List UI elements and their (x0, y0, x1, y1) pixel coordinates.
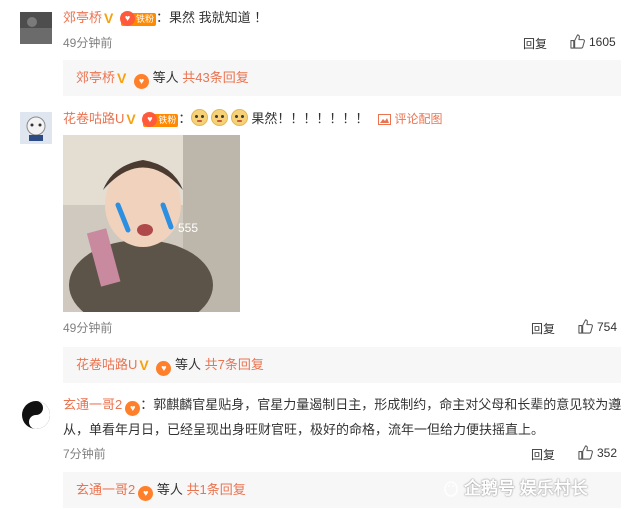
avatar[interactable] (20, 399, 52, 431)
sub-reply-user[interactable]: 郊亭桥 (76, 70, 115, 85)
thumbs-up-icon (578, 319, 593, 334)
sub-replies-bar[interactable]: 花卷咕路U V ♥ 等人 共7条回复 (63, 347, 621, 383)
fan-crown-icon: ♥ (138, 486, 154, 501)
fan-badge: ♥ 铁粉 (120, 11, 157, 26)
emoji-icon (191, 109, 209, 126)
sub-reply-count[interactable]: 共1条回复 (187, 482, 246, 497)
avatar[interactable] (20, 12, 52, 44)
sub-reply-text: 等人 (175, 357, 202, 372)
reply-button[interactable]: 回复 (523, 35, 547, 52)
comment-photo[interactable]: 555 (63, 135, 240, 312)
sub-reply-text: 等人 (156, 482, 183, 497)
penguin-icon (444, 481, 458, 497)
emoji-icon (211, 109, 229, 126)
sub-reply-count[interactable]: 共7条回复 (205, 357, 264, 372)
like-button[interactable]: 754 (578, 319, 617, 334)
like-count: 1605 (589, 35, 616, 49)
username[interactable]: 花卷咕路U (63, 111, 124, 126)
username[interactable]: 郊亭桥 (63, 10, 102, 25)
fan-crown-icon: ♥ (156, 361, 172, 376)
v-badge-icon: V (104, 10, 114, 26)
emoji-icon (231, 109, 249, 126)
reply-button[interactable]: 回复 (531, 320, 555, 337)
sub-reply-user[interactable]: 花卷咕路U (76, 357, 137, 372)
sub-replies-bar[interactable]: 郊亭桥 V ♥ 等人 共43条回复 (63, 60, 621, 96)
watermark: 企鹅号 娱乐村长 (442, 474, 588, 499)
fan-crown-icon: ♥ (125, 401, 141, 416)
fan-badge: ♥ 铁粉 (142, 112, 179, 127)
comment-text: ：果然 我就知道 ！ (156, 10, 268, 25)
timestamp: 49分钟前 (63, 321, 113, 335)
v-badge-icon: V (117, 70, 127, 86)
timestamp: 49分钟前 (63, 36, 113, 50)
comment-text-line2: 从，单看年月日，已经呈现出身旺财官旺，极好的命格，流年一但给力便扶摇直上。 (63, 422, 545, 437)
sub-reply-count[interactable]: 共43条回复 (182, 70, 248, 85)
like-button[interactable]: 1605 (570, 34, 616, 49)
image-icon (378, 114, 392, 125)
sub-reply-text: 等人 (152, 70, 179, 85)
username[interactable]: 玄通一哥2 (63, 397, 122, 412)
heart-icon: ♥ (120, 11, 136, 26)
like-button[interactable]: 352 (578, 445, 617, 460)
thumbs-up-icon (570, 34, 585, 49)
reply-button[interactable]: 回复 (531, 446, 555, 463)
avatar[interactable] (20, 112, 52, 144)
like-count: 352 (597, 446, 618, 460)
thumbs-up-icon (578, 445, 593, 460)
heart-icon: ♥ (142, 112, 158, 127)
v-badge-icon: V (139, 357, 149, 373)
colon: ： (178, 111, 192, 126)
fan-crown-icon: ♥ (134, 74, 150, 89)
comment-image-link[interactable]: 评论配图 (378, 112, 442, 126)
comment-text-line1: ：郭麒麟官星贴身，官星力量遏制日主，形成制约，命主对父母和长辈的意见较为遵 (140, 397, 622, 412)
comment-text: 果然！！！！！！！ (251, 111, 369, 126)
timestamp: 7分钟前 (63, 447, 106, 461)
like-count: 754 (597, 320, 618, 334)
photo-overlay-text: 555 (178, 221, 198, 235)
sub-reply-user[interactable]: 玄通一哥2 (76, 482, 135, 497)
v-badge-icon: V (126, 111, 136, 127)
